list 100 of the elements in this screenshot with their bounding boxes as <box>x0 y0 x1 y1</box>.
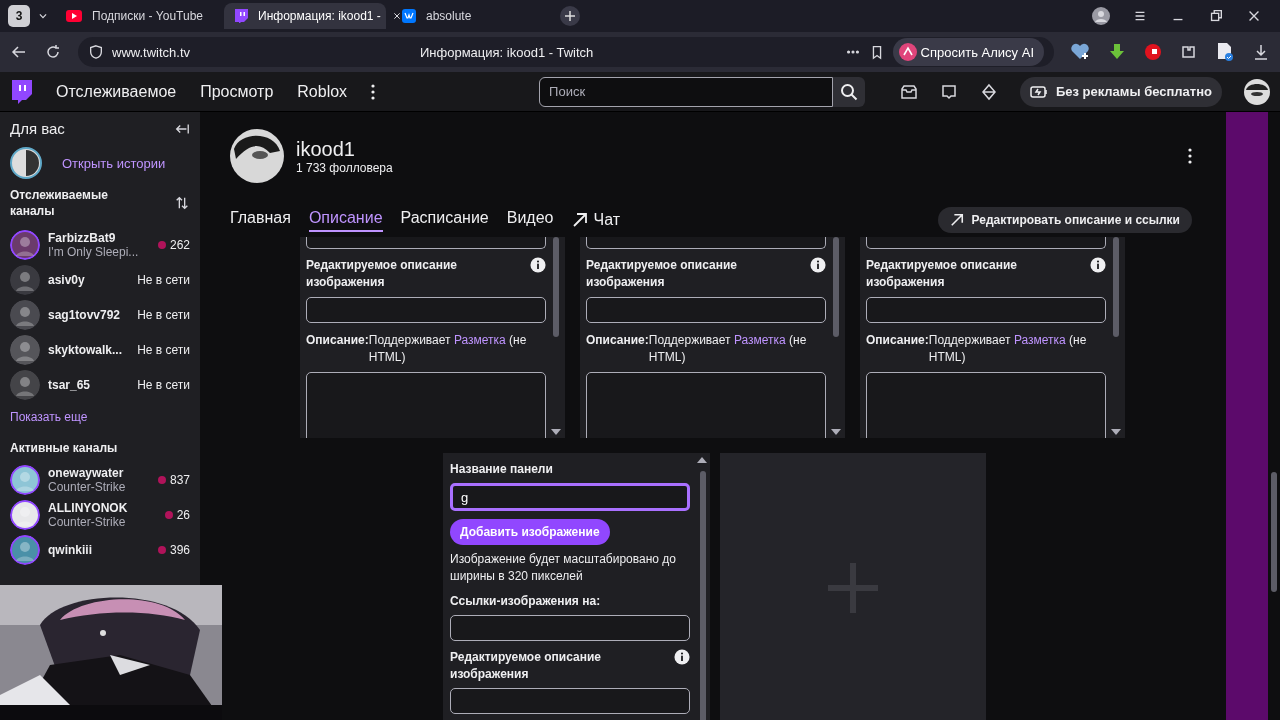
channel-tab[interactable]: Описание <box>308 208 383 232</box>
download-icon[interactable] <box>1252 43 1270 61</box>
sort-icon[interactable] <box>174 195 190 211</box>
browser-tab[interactable]: Подписки - YouTube <box>56 3 218 29</box>
chat-link[interactable]: Чат <box>571 211 621 229</box>
markdown-hint: Поддерживает Разметка (не HTML) <box>648 332 808 366</box>
address-bar[interactable]: www.twitch.tv Информация: ikood1 - Twitch Спросить Алису AI <box>78 37 1054 67</box>
channel-name[interactable]: ALLINYONOK <box>48 500 157 515</box>
search-button[interactable] <box>833 76 866 107</box>
add-image-button[interactable]: Добавить изображение <box>450 519 610 545</box>
field-label: Описание: <box>586 332 649 349</box>
more-vertical-icon[interactable] <box>371 83 376 100</box>
alt-text-field[interactable] <box>586 297 826 323</box>
alice-button[interactable]: Спросить Алису AI <box>892 38 1044 66</box>
new-tab-icon[interactable] <box>560 6 580 26</box>
channel-tab[interactable]: Главная <box>230 208 291 232</box>
field-label: Описание: <box>866 332 929 349</box>
reload-icon[interactable] <box>44 43 62 61</box>
description-field[interactable] <box>586 372 826 438</box>
channel-name[interactable]: skyktowalk... <box>48 342 130 357</box>
field-label: Редактируемое описание изображения <box>450 649 602 683</box>
info-icon[interactable] <box>1090 257 1106 273</box>
info-icon[interactable] <box>810 257 826 273</box>
scrollbar-thumb[interactable] <box>833 237 839 337</box>
search-icon <box>840 82 859 101</box>
user-avatar[interactable] <box>1244 78 1270 105</box>
field-label: Название панели <box>450 461 553 478</box>
link-field[interactable] <box>866 237 1106 249</box>
download-arrow-icon[interactable] <box>1108 43 1126 61</box>
alt-text-field[interactable] <box>306 297 546 323</box>
offline-status: Не в сети <box>137 342 190 357</box>
alt-text-field[interactable] <box>450 688 690 714</box>
section-heading: Активные каналы <box>10 440 119 456</box>
channel-tab[interactable]: Видео <box>506 208 554 232</box>
search-field[interactable]: Поиск <box>539 76 834 107</box>
heart-icon[interactable] <box>1070 43 1090 61</box>
nav-link[interactable]: Roblox <box>297 82 348 101</box>
promo-button[interactable]: Без рекламы бесплатно <box>1019 76 1222 107</box>
markdown-link[interactable]: Разметка <box>733 333 786 347</box>
arrow-icon <box>949 213 964 227</box>
channel-avatar[interactable] <box>230 129 284 183</box>
scroll-down-icon[interactable] <box>551 429 561 435</box>
more-vertical-icon[interactable] <box>1188 148 1192 164</box>
scrollbar-thumb[interactable] <box>553 237 559 337</box>
link-field[interactable] <box>586 237 826 249</box>
stories-link[interactable]: Открыть истории <box>62 155 166 171</box>
nav-link[interactable]: Отслеживаемое <box>56 82 177 101</box>
section-heading: Отслеживаемые каналы <box>10 187 109 219</box>
scroll-up-icon[interactable] <box>697 457 707 463</box>
arrow-icon <box>571 212 588 228</box>
profile-icon[interactable] <box>1092 7 1110 25</box>
scrollbar-thumb[interactable] <box>700 471 706 720</box>
square-icon <box>402 9 416 23</box>
document-icon[interactable] <box>1216 42 1234 62</box>
tab-count[interactable]: 3 <box>8 5 30 27</box>
channel-name[interactable]: tsar_65 <box>48 377 130 392</box>
channel-tab[interactable]: Расписание <box>400 208 489 232</box>
channel-name[interactable]: asiv0y <box>48 272 130 287</box>
speech-bubble-icon[interactable] <box>939 82 958 101</box>
channel-name[interactable]: FarbizzBat9 <box>48 230 150 245</box>
field-label: Редактируемое описание изображения <box>866 257 1018 291</box>
offline-status: Не в сети <box>137 377 190 392</box>
restore-icon[interactable] <box>1208 8 1224 24</box>
markdown-link[interactable]: Разметка <box>1013 333 1066 347</box>
info-icon[interactable] <box>530 257 546 273</box>
markdown-hint: Поддерживает Разметка (не HTML) <box>368 332 528 366</box>
assistant-icon <box>898 43 917 61</box>
play-icon <box>66 10 82 22</box>
diamond-icon[interactable] <box>979 82 998 101</box>
viewer-count: 837 <box>169 472 190 487</box>
link-field[interactable] <box>450 615 690 641</box>
link-field[interactable] <box>306 237 546 249</box>
logo-icon[interactable] <box>10 79 32 104</box>
channel-name[interactable]: sag1tovv792 <box>48 307 130 322</box>
info-icon[interactable] <box>674 649 690 665</box>
description-field[interactable] <box>866 372 1106 438</box>
markdown-link[interactable]: Разметка <box>453 333 506 347</box>
avatar-icon[interactable] <box>10 499 40 530</box>
chat-bubble-icon <box>234 9 248 23</box>
show-more-link[interactable]: Показать еще <box>10 410 190 424</box>
scrollbar-thumb[interactable] <box>1113 237 1119 337</box>
browser-tab[interactable]: absolute <box>392 3 554 29</box>
viewer-count: 26 <box>176 507 190 522</box>
nav-link[interactable]: Просмотр <box>200 82 274 101</box>
alt-text-field[interactable] <box>866 297 1106 323</box>
scrollbar-thumb[interactable] <box>1271 472 1277 592</box>
scroll-down-icon[interactable] <box>1111 429 1121 435</box>
battery-icon <box>1029 84 1048 99</box>
stop-icon[interactable] <box>1144 43 1162 61</box>
channel-name[interactable]: onewaywater <box>48 465 150 480</box>
avatar-icon[interactable] <box>10 464 40 495</box>
avatar-icon[interactable] <box>10 534 40 565</box>
scroll-down-icon[interactable] <box>831 429 841 435</box>
story-avatar[interactable] <box>10 147 42 179</box>
description-field[interactable] <box>306 372 546 438</box>
edit-button[interactable]: Редактировать описание и ссылки <box>937 207 1192 233</box>
inbox-icon[interactable] <box>899 82 918 101</box>
shield-icon[interactable] <box>88 44 104 60</box>
channel-name[interactable]: qwinkiii <box>48 542 150 557</box>
panel-title-field[interactable]: g <box>450 483 690 511</box>
